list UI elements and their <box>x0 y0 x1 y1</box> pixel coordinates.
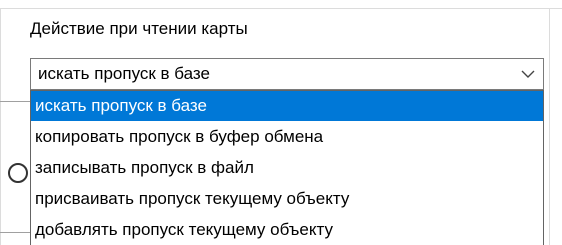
dropdown-option[interactable]: присваивать пропуск текущему объекту <box>31 184 543 214</box>
dropdown-option[interactable]: записывать пропуск в файл <box>31 153 543 183</box>
group-box-left-border <box>0 8 1 245</box>
group-box-top-border <box>0 8 562 9</box>
background-divider <box>0 101 30 102</box>
group-label: Действие при чтении карты <box>30 18 252 40</box>
dropdown-option[interactable]: добавлять пропуск текущему объекту <box>31 215 543 245</box>
chevron-down-icon[interactable] <box>513 59 543 89</box>
group-box-right-border <box>549 8 550 245</box>
dropdown-list: искать пропуск в базе копировать пропуск… <box>30 90 544 245</box>
dropdown-option[interactable]: копировать пропуск в буфер обмена <box>31 122 543 152</box>
card-action-combobox[interactable]: искать пропуск в базе <box>30 58 544 90</box>
background-divider <box>0 232 30 233</box>
combobox-selected-value: искать пропуск в базе <box>38 64 210 83</box>
background-radio-button[interactable] <box>8 163 28 183</box>
dropdown-option[interactable]: искать пропуск в базе <box>31 91 543 121</box>
card-read-action-panel: Действие при чтении карты искать пропуск… <box>0 0 562 245</box>
